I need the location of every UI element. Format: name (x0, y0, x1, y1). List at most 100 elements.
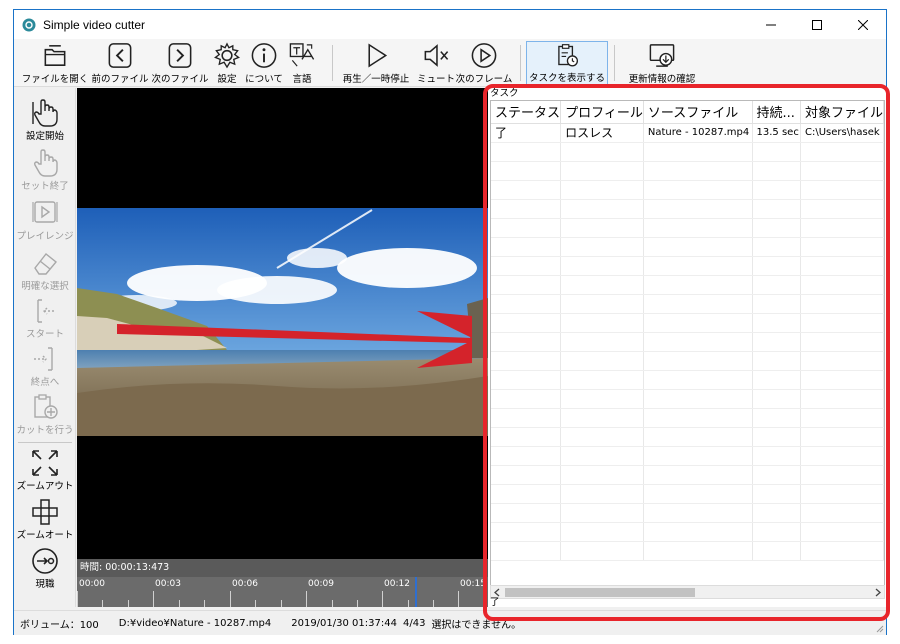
mute-label: ミュート (417, 74, 456, 85)
video-frame (77, 208, 488, 436)
timeline-tick (433, 600, 434, 607)
empty-row (491, 180, 884, 200)
empty-row (491, 351, 884, 371)
volume-status: ボリューム：100 (20, 619, 99, 631)
current-position-icon (32, 548, 58, 574)
prev-file-label: 前のファイル (91, 74, 149, 85)
set-end-button[interactable]: セット終了 (14, 148, 76, 196)
task-status-cell: 了 (491, 123, 562, 143)
close-icon (858, 19, 868, 30)
about-button[interactable]: について (245, 41, 283, 85)
go-start-icon (37, 299, 56, 323)
timeline-tick (382, 591, 383, 607)
toolbar-divider (520, 45, 521, 81)
status-bar: ボリューム：100 D:¥video¥Nature - 10287.mp4 20… (14, 610, 886, 635)
file-path-status: D:¥video¥Nature - 10287.mp4 (118, 617, 272, 629)
task-duration-cell: 13.5 sec (752, 123, 801, 143)
next-frame-label: 次のフレーム (455, 74, 513, 85)
minimize-button[interactable] (748, 10, 794, 39)
empty-row (491, 465, 884, 485)
prev-file-icon (108, 43, 132, 68)
column-header-profile[interactable]: プロフィール (560, 101, 644, 124)
play-range-button[interactable]: プレイレンジ (14, 198, 76, 246)
set-start-button[interactable]: 設定開始 (14, 98, 76, 146)
set-end-label: セット終了 (21, 181, 69, 192)
current-position-button[interactable]: 現職 (14, 546, 76, 594)
check-updates-button[interactable]: 更新情報の確認 (620, 41, 704, 85)
eraser-icon (34, 253, 57, 275)
go-end-button[interactable]: 終点へ (14, 344, 76, 392)
table-row[interactable]: 了 ロスレス Nature - 10287.mp4 13.5 sec C:\Us… (491, 123, 884, 143)
position-status: 4/43 (402, 617, 426, 629)
empty-row (491, 446, 884, 466)
go-end-icon (34, 347, 53, 371)
play-pause-label: 再生／一時停止 (342, 74, 410, 85)
column-header-duration[interactable]: 持続... (752, 101, 801, 124)
horizontal-scrollbar[interactable] (490, 585, 885, 599)
zoom-out-label: ズームアウト (16, 481, 74, 492)
play-pause-button[interactable]: 再生／一時停止 (340, 41, 412, 85)
column-header-source[interactable]: ソースファイル (643, 101, 753, 124)
zoom-out-button[interactable]: ズームアウト (14, 448, 76, 496)
title-bar: Simple video cutter (14, 10, 886, 39)
video-preview[interactable] (77, 88, 488, 568)
go-end-label: 終点へ (30, 377, 60, 388)
timeline[interactable]: 00:00 00:03 00:06 00:09 00:12 00:15 (77, 577, 488, 607)
next-file-label: 次のファイル (151, 74, 209, 85)
hand-pointer-icon (32, 99, 58, 127)
settings-button[interactable]: 設定 (212, 41, 242, 85)
timeline-tick (357, 600, 358, 607)
clear-selection-button[interactable]: 明確な選択 (14, 248, 76, 296)
scrollbar-thumb[interactable] (505, 588, 695, 597)
scroll-right-icon[interactable] (874, 588, 882, 597)
current-position-label: 現職 (35, 579, 55, 590)
language-label: 言語 (292, 74, 312, 85)
empty-row (491, 142, 884, 162)
maximize-button[interactable] (794, 10, 840, 39)
next-frame-button[interactable]: 次のフレーム (455, 41, 513, 85)
empty-row (491, 541, 884, 561)
cut-clipboard-icon (34, 394, 58, 419)
show-tasks-button[interactable]: タスクを表示する (526, 41, 608, 85)
toolbar: ファイルを開く 前のファイル 次のファイル 設定 について 言語 再生／一時停止 (14, 39, 886, 87)
open-file-button[interactable]: ファイルを開く (22, 41, 88, 85)
resize-grip-icon[interactable] (874, 623, 884, 633)
empty-row (491, 522, 884, 542)
play-range-icon (32, 201, 58, 223)
prev-file-button[interactable]: 前のファイル (91, 41, 149, 85)
toolbar-divider (332, 45, 333, 81)
go-start-button[interactable]: スタート (14, 296, 76, 344)
cut-button[interactable]: カットを行う (14, 392, 76, 440)
empty-row (491, 427, 884, 447)
empty-row (491, 294, 884, 314)
check-updates-label: 更新情報の確認 (628, 74, 696, 85)
empty-row (491, 275, 884, 295)
playhead[interactable] (415, 577, 417, 607)
zoom-auto-button[interactable]: ズームオート (14, 497, 76, 545)
next-file-button[interactable]: 次のファイル (151, 41, 209, 85)
timeline-tick (255, 600, 256, 607)
zoom-auto-icon (32, 499, 58, 525)
clear-selection-label: 明確な選択 (21, 281, 69, 292)
about-label: について (245, 74, 283, 85)
timeline-tick (332, 600, 333, 607)
task-profile-cell: ロスレス (560, 123, 644, 143)
timeline-tick-label: 00:00 (79, 579, 105, 589)
column-header-status[interactable]: ステータス (491, 101, 562, 124)
gear-icon (214, 42, 240, 69)
timeline-tick-label: 00:03 (155, 579, 181, 589)
task-grid[interactable]: ステータス プロフィール ソースファイル 持続... 対象ファイル 了 ロスレス… (490, 100, 885, 590)
window-title: Simple video cutter (43, 17, 146, 32)
language-button[interactable]: 言語 (286, 41, 318, 85)
open-file-icon (44, 45, 66, 66)
timeline-tick (179, 600, 180, 607)
task-source-cell: Nature - 10287.mp4 (643, 123, 753, 143)
timeline-tick-label: 00:06 (232, 579, 258, 589)
go-start-label: スタート (25, 329, 64, 340)
mute-button[interactable]: ミュート (417, 41, 456, 85)
empty-row (491, 332, 884, 352)
timeline-tick (483, 600, 484, 607)
timeline-tick (102, 600, 103, 607)
column-header-target[interactable]: 対象ファイル (800, 101, 884, 124)
close-button[interactable] (840, 10, 886, 39)
